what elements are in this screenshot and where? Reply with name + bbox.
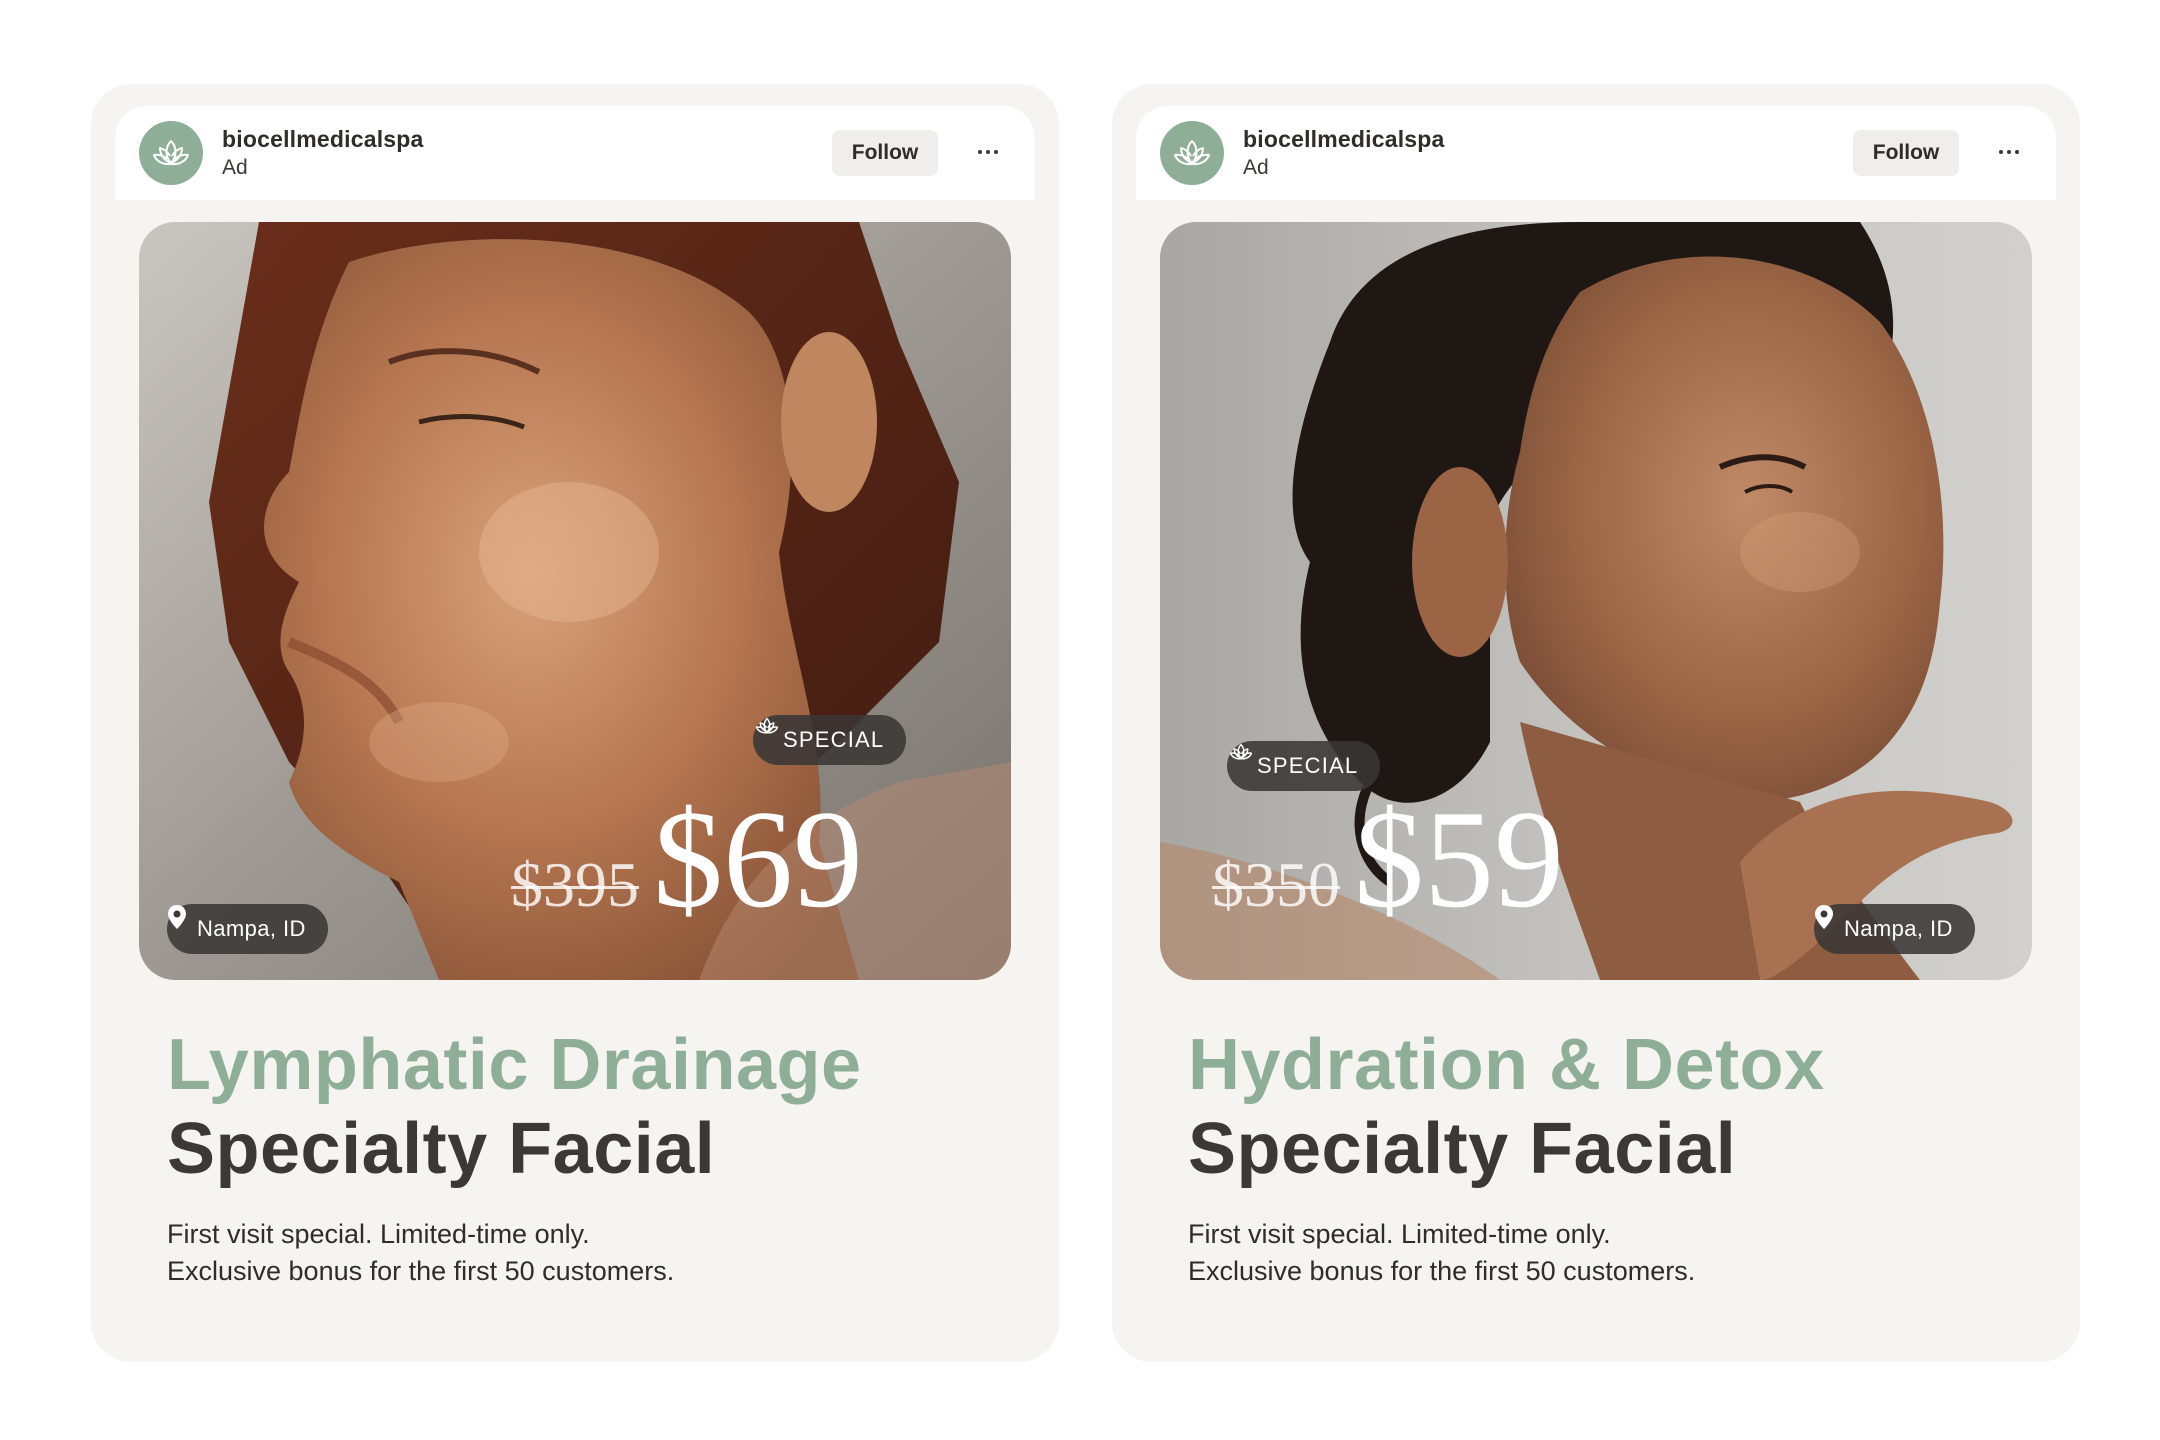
price-block: $395 $69 (511, 790, 863, 930)
post-header: biocellmedicalspa Ad Follow (115, 106, 1035, 200)
more-options-icon[interactable] (1989, 134, 2029, 170)
special-badge: SPECIAL (753, 715, 907, 765)
sponsored-label: Ad (222, 156, 248, 179)
sale-price: $59 (1354, 782, 1564, 937)
location-label: Nampa, ID (1844, 916, 1953, 941)
sale-price: $69 (653, 782, 863, 937)
brand-avatar[interactable] (1160, 121, 1224, 185)
location-badge[interactable]: Nampa, ID (1814, 904, 1975, 954)
ad-gallery: biocellmedicalspa Ad Follow SPECIAL $395… (0, 0, 2160, 1440)
sponsored-label: Ad (1243, 156, 1269, 179)
ad-image[interactable]: SPECIAL $350 $59 Nampa, ID (1160, 222, 2032, 980)
treatment-subtitle: Specialty Facial (1188, 1109, 1737, 1189)
treatment-title: Hydration & Detox (1188, 1025, 1825, 1105)
follow-button[interactable]: Follow (832, 130, 938, 176)
treatment-title: Lymphatic Drainage (167, 1025, 862, 1105)
location-badge[interactable]: Nampa, ID (167, 904, 328, 954)
account-name[interactable]: biocellmedicalspa (1243, 126, 1445, 153)
special-badge-label: SPECIAL (783, 727, 885, 752)
ad-card-lymphatic: biocellmedicalspa Ad Follow SPECIAL $395… (91, 84, 1059, 1362)
lotus-logo-icon (153, 140, 189, 166)
original-price: $395 (511, 849, 639, 920)
follow-button[interactable]: Follow (1853, 130, 1959, 176)
special-badge-label: SPECIAL (1257, 753, 1359, 778)
offer-description: First visit special. Limited-time only. (1188, 1219, 1611, 1249)
offer-bonus: Exclusive bonus for the first 50 custome… (167, 1256, 675, 1286)
offer-bonus: Exclusive bonus for the first 50 custome… (1188, 1256, 1696, 1286)
ad-image[interactable]: SPECIAL $395 $69 Nampa, ID (139, 222, 1011, 980)
treatment-subtitle: Specialty Facial (167, 1109, 716, 1189)
account-name[interactable]: biocellmedicalspa (222, 126, 424, 153)
original-price: $350 (1212, 849, 1340, 920)
price-block: $350 $59 (1212, 790, 1564, 930)
more-options-icon[interactable] (968, 134, 1008, 170)
location-label: Nampa, ID (197, 916, 306, 941)
post-header: biocellmedicalspa Ad Follow (1136, 106, 2056, 200)
lotus-logo-icon (1174, 140, 1210, 166)
brand-avatar[interactable] (139, 121, 203, 185)
offer-description: First visit special. Limited-time only. (167, 1219, 590, 1249)
ad-card-hydration: biocellmedicalspa Ad Follow SPECIAL $350… (1112, 84, 2080, 1362)
